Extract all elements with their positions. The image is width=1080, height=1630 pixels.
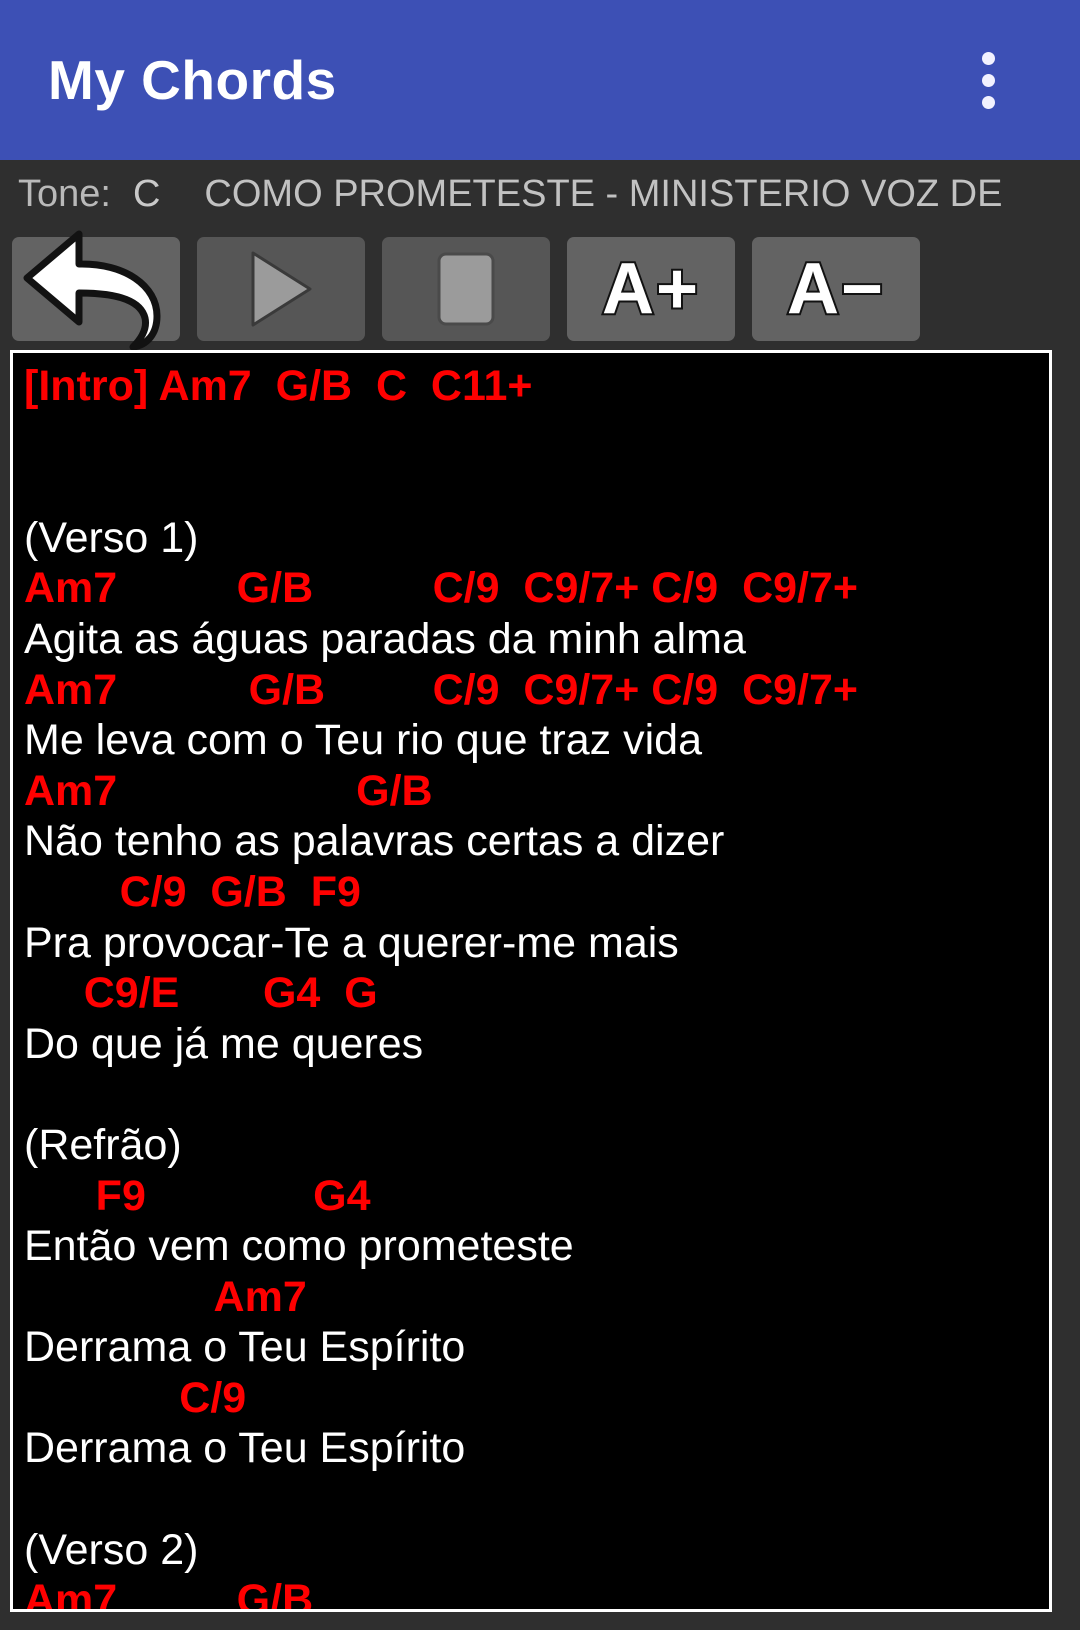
sheet-line-chord: Am7 G/B C/9 C9/7+ C/9 C9/7+ <box>24 564 859 613</box>
more-vert-dot <box>981 95 995 109</box>
sheet-line-lyric: Então vem como prometeste <box>24 1222 574 1271</box>
undo-arrow-icon <box>23 230 161 351</box>
sheet-line-lyric: Não tenho as palavras certas a dizer <box>24 817 725 866</box>
sheet-line-lyric: Derrama o Teu Espírito <box>24 1323 466 1372</box>
play-icon <box>251 251 312 327</box>
sheet-line-chord: Am7 <box>24 1272 307 1321</box>
sheet-line-chord: Am7 G/B <box>24 1576 314 1612</box>
page-title: My Chords <box>48 48 337 111</box>
sheet-line-section: (Verso 2) <box>24 1525 199 1574</box>
tone-label: Tone: <box>18 173 111 215</box>
sheet-line-blank <box>24 1069 1049 1120</box>
more-vert-dot <box>981 51 995 65</box>
sheet-line-section: (Verso 1) <box>24 513 199 562</box>
song-info-bar: Tone: C COMO PROMETESTE - MINISTERIO VOZ… <box>0 160 1080 228</box>
sheet-line-lyric: Pra provocar-Te a querer-me mais <box>24 918 679 967</box>
sheet-line-blank <box>24 412 1049 463</box>
stop-icon <box>437 252 495 326</box>
sheet-line-section: (Refrão) <box>24 1120 182 1169</box>
more-vert-dot <box>981 73 995 87</box>
sheet-line-lyric: Me leva com o Teu rio que traz vida <box>24 716 702 765</box>
sheet-line-lyric: Agita as águas paradas da minh alma <box>24 614 746 663</box>
sheet-line-chord: F9 G4 <box>24 1171 371 1220</box>
tone-value[interactable]: C <box>133 175 160 213</box>
sheet-line-chord: [Intro] Am7 G/B C C11+ <box>24 362 533 410</box>
sheet-line-lyric: Do que já me queres <box>24 1019 424 1068</box>
undo-button[interactable] <box>12 230 180 351</box>
chord-sheet-text[interactable]: [Intro] Am7 G/B C C11+ (Verso 1) Am7 G/B … <box>13 361 1049 1612</box>
sheet-line-chord: Am7 G/B <box>24 766 433 815</box>
toolbar: A+ A− <box>0 228 1080 351</box>
sheet-line-lyric: Derrama o Teu Espírito <box>24 1424 466 1473</box>
more-vert-icon[interactable] <box>948 30 1028 130</box>
sheet-line-blank <box>24 1474 1049 1525</box>
sheet-line-chord: Am7 G/B C/9 C9/7+ C/9 C9/7+ <box>24 665 859 714</box>
font-decrease-button[interactable]: A− <box>752 237 920 341</box>
play-button[interactable] <box>197 237 365 341</box>
app-bar: My Chords <box>0 0 1080 160</box>
sheet-line-chord: C/9 G/B F9 <box>24 867 361 916</box>
sheet-line-chord: C9/E G4 G <box>24 969 378 1018</box>
sheet-line-chord: C/9 <box>24 1373 247 1422</box>
a-plus-icon: A+ <box>600 249 701 329</box>
chord-sheet-panel[interactable]: [Intro] Am7 G/B C C11+ (Verso 1) Am7 G/B … <box>10 350 1052 1612</box>
stop-button[interactable] <box>382 237 550 341</box>
a-minus-icon: A− <box>785 249 886 329</box>
font-increase-button[interactable]: A+ <box>567 237 735 341</box>
sheet-line-blank <box>24 462 1049 513</box>
song-title: COMO PROMETESTE - MINISTERIO VOZ DE <box>204 175 1003 213</box>
